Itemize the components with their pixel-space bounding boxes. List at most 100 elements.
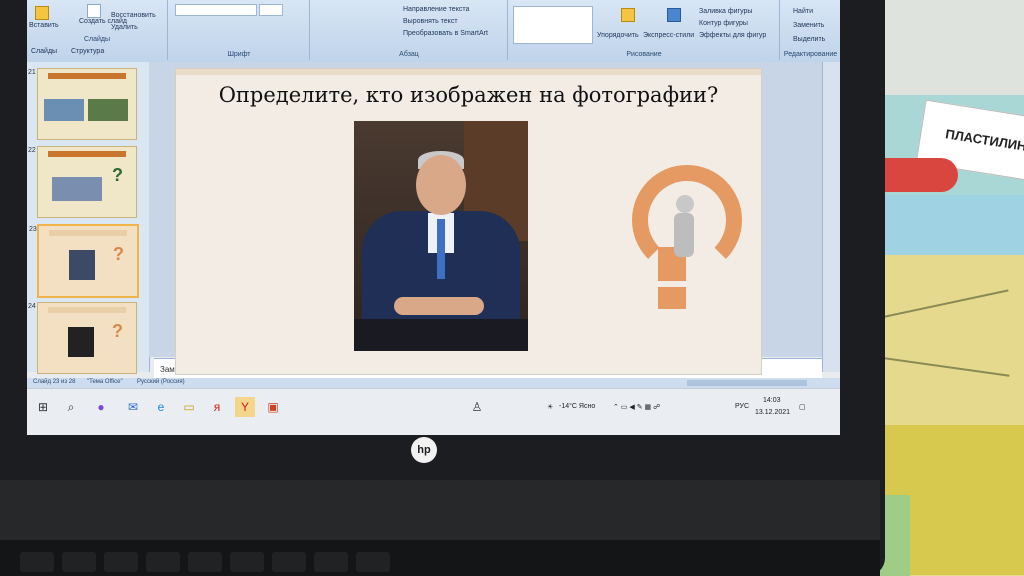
face [416, 155, 466, 215]
thumbnail-title [48, 73, 126, 79]
shape-effects-button[interactable]: Эффекты для фигур [699, 32, 766, 39]
slide[interactable]: Определите, кто изображен на фотографии? [175, 68, 762, 375]
portrait-photo [354, 121, 528, 351]
thumbnail-title [49, 230, 127, 236]
panel-tabs: Слайды Структура [27, 48, 147, 60]
key [230, 552, 264, 572]
thumbnail-image [88, 99, 128, 121]
slide-thumbnail[interactable]: 22 ? [28, 146, 137, 218]
theme-name: "Тема Office" [87, 379, 123, 385]
slide-number: 22 [28, 147, 36, 154]
paste-button[interactable]: Вставить [29, 22, 59, 29]
table [354, 319, 528, 351]
thumbnail-title [48, 151, 126, 157]
slide-number: 21 [28, 69, 36, 76]
paste-icon [35, 6, 49, 20]
ribbon: Вставить Создать слайд Восстановить Удал… [27, 0, 840, 63]
thumbnail-image [69, 250, 95, 280]
drawing-group: Упорядочить Экспресс-стили Заливка фигур… [509, 0, 780, 60]
file-explorer-icon[interactable]: ▭ [179, 397, 199, 417]
align-text-button[interactable]: Выровнять текст [403, 18, 458, 25]
slides-panel: Слайды Структура 21 22 ? 23 ? 24 ? [27, 48, 150, 374]
editing-group: Найти Заменить Выделить Редактирование [781, 0, 840, 60]
map-road [870, 355, 1010, 377]
key [146, 552, 180, 572]
restore-button[interactable]: Восстановить [111, 12, 156, 19]
book-title: ПЛАСТИЛИН [944, 126, 1024, 154]
key [20, 552, 54, 572]
weather-icon: ☀ [547, 404, 554, 411]
yandex-icon[interactable]: я [207, 397, 227, 417]
thinking-figure-head [676, 195, 694, 213]
language-status: Русский (Россия) [137, 379, 185, 385]
slide-thumbnail-selected[interactable]: 23 ? [29, 224, 139, 298]
thumbnail-image [68, 327, 94, 357]
question-mark-icon: ? [112, 165, 123, 185]
clock-date[interactable]: 13.12.2021 [755, 409, 790, 416]
arrange-button[interactable]: Упорядочить [597, 32, 639, 39]
thumbnail-image [44, 99, 84, 121]
key [356, 552, 390, 572]
mail-icon[interactable]: ✉ [123, 397, 143, 417]
zoom-slider[interactable] [687, 380, 807, 386]
vertical-scrollbar[interactable] [822, 62, 840, 372]
arrange-icon [621, 8, 635, 22]
pointer-icon: ♙ [471, 400, 483, 414]
shape-outline-button[interactable]: Контур фигуры [699, 20, 748, 27]
font-group: Шрифт [169, 0, 310, 60]
cortana-icon[interactable]: ● [91, 397, 111, 417]
windows-start-icon[interactable]: ⊞ [33, 397, 53, 417]
quick-styles-button[interactable]: Экспресс-стили [643, 32, 694, 39]
clock-time[interactable]: 14:03 [763, 397, 781, 404]
shape-fill-button[interactable]: Заливка фигуры [699, 8, 752, 15]
slide-number: 23 [29, 226, 37, 233]
key [104, 552, 138, 572]
slide-count: Слайд 23 из 28 [33, 379, 76, 385]
tie [437, 219, 445, 279]
powerpoint-icon[interactable]: ▣ [263, 397, 283, 417]
hp-logo: hp [411, 437, 437, 463]
question-mark-icon: ? [113, 244, 124, 264]
delete-button[interactable]: Удалить [111, 24, 138, 31]
slide-thumbnail[interactable]: 24 ? [28, 302, 137, 374]
slide-thumbnail[interactable]: 21 [28, 68, 137, 140]
edge-browser-icon[interactable]: e [151, 397, 171, 417]
laptop: hp Вставить Создать слайд Восстановить У… [0, 0, 885, 576]
new-slide-icon [87, 4, 101, 18]
input-language[interactable]: РУС [735, 403, 749, 410]
key [62, 552, 96, 572]
slide-top-band [176, 69, 761, 75]
slide-title: Определите, кто изображен на фотографии? [218, 83, 719, 107]
find-button[interactable]: Найти [793, 8, 813, 15]
notifications-icon[interactable]: ▢ [799, 403, 806, 411]
tray-icons[interactable]: ⌃ ▭ ◀ ✎ ▦ ☍ [613, 403, 660, 411]
question-mark-figure [624, 155, 742, 315]
thumbnail-image [52, 177, 102, 201]
convert-smartart-button[interactable]: Преобразовать в SmartArt [403, 30, 488, 37]
weather-text[interactable]: -14°C Ясно [559, 403, 595, 410]
font-size-select[interactable] [259, 4, 283, 16]
tab-outline[interactable]: Структура [71, 48, 104, 55]
key [314, 552, 348, 572]
taskbar: ⊞ ⌕ ● ✉ e ▭ я Y ▣ ♙ ☀ -14°C Ясно ⌃ ▭ ◀ ✎… [27, 388, 840, 435]
thumbnail-title [48, 307, 126, 313]
text-direction-button[interactable]: Направление текста [403, 6, 469, 13]
select-button[interactable]: Выделить [793, 36, 825, 43]
slide-number: 24 [28, 303, 36, 310]
paragraph-group-label: Абзац [399, 51, 419, 58]
key [188, 552, 222, 572]
paragraph-group: Направление текста Выровнять текст Преоб… [311, 0, 508, 60]
question-mark-dot [658, 287, 686, 309]
drawing-group-label: Рисование [626, 51, 662, 58]
replace-button[interactable]: Заменить [793, 22, 824, 29]
quick-styles-icon [667, 8, 681, 22]
yandex-browser-icon[interactable]: Y [235, 397, 255, 417]
key [272, 552, 306, 572]
question-mark-icon: ? [112, 321, 123, 341]
hands [394, 297, 484, 315]
tab-slides[interactable]: Слайды [31, 48, 57, 55]
thinking-figure-body [674, 213, 694, 257]
editing-group-label: Редактирование [783, 51, 838, 58]
font-name-select[interactable] [175, 4, 257, 16]
search-icon[interactable]: ⌕ [61, 397, 81, 417]
